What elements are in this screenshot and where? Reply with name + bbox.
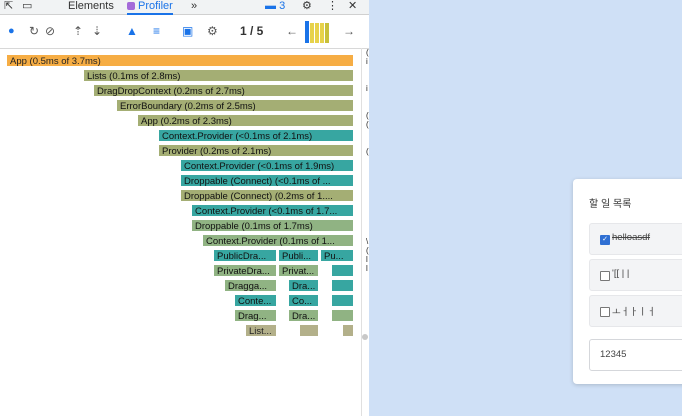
- commit-bar[interactable]: [320, 23, 324, 43]
- flame-bar[interactable]: [342, 324, 354, 337]
- flame-bar[interactable]: Conte...: [234, 294, 277, 307]
- todo-item-label: helloasdf: [612, 232, 651, 243]
- flame-bar[interactable]: Context.Provider (<0.1ms of 1.7...: [191, 204, 354, 217]
- devtools-tab-bar: ⇱ ▭ Elements Profiler » ▬ 3 ⚙ ⋮ ✕: [0, 0, 369, 15]
- inspect-element-icon[interactable]: ⇱: [4, 0, 13, 13]
- flame-bar[interactable]: Context.Provider (<0.1ms of 2.1ms): [158, 129, 354, 142]
- checkbox[interactable]: [600, 271, 610, 281]
- checkbox-checked[interactable]: ✓: [600, 235, 610, 245]
- todo-card: 할 일 목록 ✓ helloasdf '[[ | | ㅗㅓㅏㅣㅓ 12345: [573, 179, 682, 384]
- flame-bar[interactable]: [331, 279, 354, 292]
- more-tabs-button[interactable]: »: [191, 0, 197, 13]
- kebab-menu-icon[interactable]: ⋮: [327, 0, 338, 13]
- flame-bar[interactable]: [331, 294, 354, 307]
- flame-bar[interactable]: Dra...: [288, 279, 319, 292]
- flame-bar[interactable]: PublicDra...: [213, 249, 277, 262]
- tab-profiler-label: Profiler: [138, 0, 173, 12]
- flame-bar[interactable]: Droppable (Connect) (0.2ms of 1....: [180, 189, 354, 202]
- flame-bar[interactable]: Drag...: [234, 309, 277, 322]
- flame-bar[interactable]: Lists (0.1ms of 2.8ms): [83, 69, 354, 82]
- commit-bar[interactable]: [305, 21, 309, 43]
- flame-bar[interactable]: Pu...: [320, 249, 354, 262]
- flame-bar[interactable]: [299, 324, 319, 337]
- flame-bar[interactable]: DragDropContext (0.2ms of 2.7ms): [93, 84, 354, 97]
- flame-bar[interactable]: ErrorBoundary (0.2ms of 2.5ms): [116, 99, 354, 112]
- flame-bar[interactable]: Context.Provider (<0.1ms of 1.9ms): [180, 159, 354, 172]
- todo-title: 할 일 목록: [589, 199, 632, 210]
- flame-bar[interactable]: Co...: [288, 294, 319, 307]
- checkbox[interactable]: [600, 307, 610, 317]
- flame-bar[interactable]: Droppable (Connect) (<0.1ms of ...: [180, 174, 354, 187]
- timeline-icon[interactable]: ▣: [182, 24, 193, 38]
- flame-bar[interactable]: Dragga...: [224, 279, 277, 292]
- commit-bar[interactable]: [315, 23, 319, 43]
- flame-bar[interactable]: Privat...: [278, 264, 319, 277]
- load-profile-icon[interactable]: ⇡: [73, 24, 83, 38]
- save-profile-icon[interactable]: ⇣: [92, 24, 102, 38]
- messages-badge[interactable]: ▬ 3: [265, 0, 285, 13]
- flame-bar[interactable]: App (0.5ms of 3.7ms): [6, 54, 354, 67]
- message-icon: ▬: [265, 0, 276, 12]
- ranked-chart-icon[interactable]: ≡: [153, 24, 160, 38]
- reload-and-profile-icon[interactable]: ↻: [29, 24, 39, 38]
- flame-bar[interactable]: Publi...: [278, 249, 319, 262]
- new-todo-input[interactable]: 12345: [589, 339, 682, 371]
- app-viewport: 할 일 목록 ✓ helloasdf '[[ | | ㅗㅓㅏㅣㅓ 12345: [369, 0, 682, 416]
- commit-bar[interactable]: [310, 23, 314, 43]
- close-icon[interactable]: ✕: [348, 0, 357, 13]
- clear-profile-icon[interactable]: ⊘: [45, 24, 55, 38]
- panel-divider[interactable]: [361, 48, 362, 416]
- flame-bar[interactable]: App (0.2ms of 2.3ms): [137, 114, 354, 127]
- flame-bar[interactable]: [331, 264, 354, 277]
- new-todo-input-value: 12345: [600, 349, 627, 360]
- todo-item[interactable]: ㅗㅓㅏㅣㅓ: [589, 295, 682, 327]
- flame-bar[interactable]: List...: [245, 324, 277, 337]
- todo-item-label: '[[ | |: [612, 268, 630, 279]
- todo-item[interactable]: '[[ | |: [589, 259, 682, 291]
- flame-bar[interactable]: Provider (0.2ms of 2.1ms): [158, 144, 354, 157]
- profiler-settings-icon[interactable]: ⚙: [207, 24, 218, 38]
- record-icon[interactable]: ●: [8, 24, 15, 38]
- profiler-toolbar: ● ↻ ⊘ ⇡ ⇣ ▲ ≡ ▣ ⚙ 1 / 5 ← →: [0, 15, 369, 49]
- profiler-badge-icon: [127, 2, 135, 10]
- prev-commit-icon[interactable]: ←: [286, 24, 298, 38]
- flame-bar[interactable]: [331, 309, 354, 322]
- tab-profiler[interactable]: Profiler: [127, 0, 173, 15]
- react-devtools-panel: ⇱ ▭ Elements Profiler » ▬ 3 ⚙ ⋮ ✕ ● ↻ ⊘ …: [0, 0, 369, 416]
- todo-item-label: ㅗㅓㅏㅣㅓ: [612, 307, 656, 318]
- settings-icon[interactable]: ⚙: [302, 0, 312, 13]
- tab-elements[interactable]: Elements: [68, 0, 114, 13]
- commit-bars[interactable]: [305, 21, 331, 43]
- next-commit-icon[interactable]: →: [343, 24, 355, 38]
- todo-item[interactable]: ✓ helloasdf: [589, 223, 682, 255]
- flame-bar[interactable]: Dra...: [288, 309, 319, 322]
- flame-bar[interactable]: Droppable (0.1ms of 1.7ms): [191, 219, 354, 232]
- commit-counter: 1 / 5: [240, 24, 264, 38]
- commit-bar[interactable]: [325, 23, 329, 43]
- flame-bar[interactable]: Context.Provider (0.1ms of 1...: [202, 234, 354, 247]
- device-toolbar-icon[interactable]: ▭: [22, 0, 32, 13]
- flame-chart-icon[interactable]: ▲: [126, 24, 138, 38]
- flame-bar[interactable]: PrivateDra...: [213, 264, 277, 277]
- messages-count: 3: [279, 0, 286, 12]
